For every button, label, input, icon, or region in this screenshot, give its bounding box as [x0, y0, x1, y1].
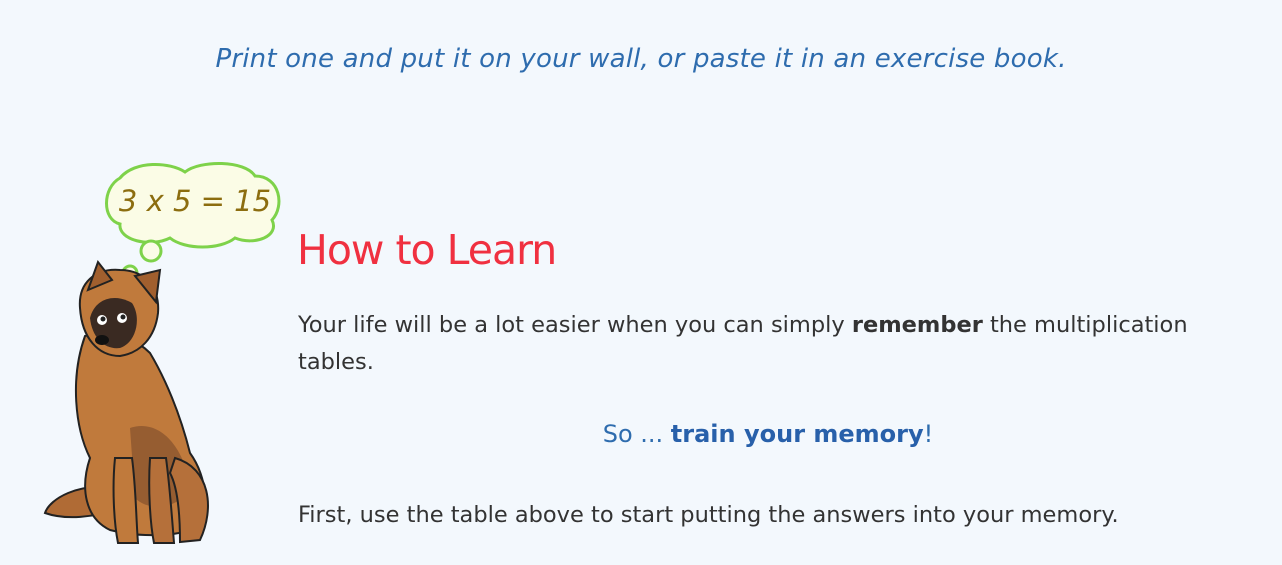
intro-paragraph: Your life will be a lot easier when you … — [298, 307, 1198, 381]
section-heading: How to Learn — [297, 226, 557, 274]
para1-text-before: Your life will be a lot easier when you … — [298, 312, 852, 338]
intro-text: Print one and put it on your wall, or pa… — [215, 44, 1067, 74]
callout-emphasis: train your memory — [670, 420, 924, 448]
memory-callout: So ... train your memory! — [298, 420, 1238, 448]
bubble-equation: 3 x 5 = 15 — [118, 184, 272, 218]
instruction-paragraph: First, use the table above to start putt… — [298, 502, 1119, 528]
callout-suffix: ! — [923, 420, 934, 448]
para1-emphasis: remember — [851, 312, 983, 338]
thinking-dog-illustration: 3 x 5 = 15 — [40, 158, 290, 553]
callout-prefix: So ... — [602, 420, 671, 448]
